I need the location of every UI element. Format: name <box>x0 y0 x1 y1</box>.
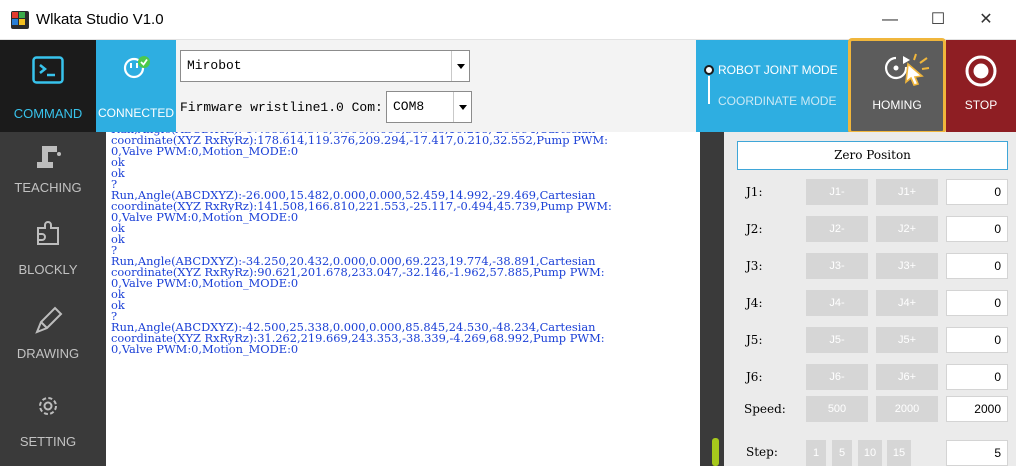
joint-j4-minus-button[interactable]: J4- <box>806 290 868 316</box>
log-line: ok <box>111 166 125 180</box>
joint-j6-value[interactable]: 0 <box>946 364 1008 390</box>
log-line: 0,Valve PWM:0,Motion_MODE:0 <box>111 144 299 158</box>
com-port-select[interactable]: COM8 <box>386 91 472 123</box>
joint-j4-plus-button[interactable]: J4+ <box>876 290 938 316</box>
connection-status[interactable]: CONNECTED <box>96 40 176 132</box>
firmware-label: Firmware wristline1.0 Com: <box>180 100 383 115</box>
joint-j5-plus-button[interactable]: J5+ <box>876 327 938 353</box>
speed-option-2000[interactable]: 2000 <box>876 396 938 422</box>
sidebar-item-label: BLOCKLY <box>18 262 78 277</box>
log-line: ok <box>111 287 125 301</box>
joint-label-j3: J3: <box>746 259 763 273</box>
mode-divider <box>708 76 710 104</box>
joint-j1-value[interactable]: 0 <box>946 179 1008 205</box>
joint-j1-plus-button[interactable]: J1+ <box>876 179 938 205</box>
log-area: Run,Angle(ABCDXYZ): 17.688,10.376,0.000,… <box>96 132 724 466</box>
connection-label: CONNECTED <box>97 106 174 120</box>
window-title: Wlkata Studio V1.0 <box>36 11 164 28</box>
joint-j1-minus-button[interactable]: J1- <box>806 179 868 205</box>
joint-j2-minus-button[interactable]: J2- <box>806 216 868 242</box>
joint-label-j6: J6: <box>746 370 763 384</box>
joint-label-j1: J1: <box>746 185 763 199</box>
step-label: Step: <box>746 445 778 459</box>
title-bar: Wlkata Studio V1.0 — ☐ ✕ <box>0 0 1016 40</box>
log-line: ok <box>111 221 125 235</box>
sidebar-item-label: DRAWING <box>16 346 80 361</box>
joint-j6-minus-button[interactable]: J6- <box>806 364 868 390</box>
joint-j6-plus-button[interactable]: J6+ <box>876 364 938 390</box>
chevron-down-icon <box>451 51 469 81</box>
mode-joint-label: ROBOT JOINT MODE <box>718 63 838 77</box>
step-option-1[interactable]: 1 <box>806 440 826 466</box>
speed-label: Speed: <box>744 402 786 416</box>
step-option-15[interactable]: 15 <box>887 440 911 466</box>
speed-option-500[interactable]: 500 <box>806 396 868 422</box>
cursor-pointer-icon <box>904 53 930 86</box>
sidebar-item-label: TEACHING <box>14 180 82 195</box>
joint-j3-minus-button[interactable]: J3- <box>806 253 868 279</box>
com-port-value: COM8 <box>393 99 425 114</box>
log-line: 0,Valve PWM:0,Motion_MODE:0 <box>111 342 299 356</box>
zero-position-button[interactable]: Zero Positon <box>737 141 1008 170</box>
robot-arm-icon <box>37 146 61 168</box>
stop-label: STOP <box>964 98 998 112</box>
log-line: ok <box>111 155 125 169</box>
sidebar-item-teaching[interactable]: TEACHING <box>0 132 96 212</box>
device-settings: Mirobot Firmware wristline1.0 Com: COM8 <box>176 40 696 132</box>
log-text: Run,Angle(ABCDXYZ): 17.688,10.376,0.000,… <box>111 132 700 355</box>
model-select[interactable]: Mirobot <box>180 50 470 82</box>
joint-j5-value[interactable]: 0 <box>946 327 1008 353</box>
joint-j3-plus-button[interactable]: J3+ <box>876 253 938 279</box>
log-line: ok <box>111 298 125 312</box>
gear-icon <box>39 397 57 415</box>
close-button[interactable]: ✕ <box>966 6 1006 34</box>
pen-icon <box>35 306 63 334</box>
step-value[interactable]: 5 <box>946 440 1008 466</box>
joint-label-j2: J2: <box>746 222 763 236</box>
mode-radio-icon <box>704 65 714 75</box>
chevron-down-icon <box>453 92 471 122</box>
model-value: Mirobot <box>187 58 242 73</box>
sidebar-item-label: COMMAND <box>13 106 83 121</box>
joint-j3-value[interactable]: 0 <box>946 253 1008 279</box>
stop-button[interactable]: STOP <box>946 40 1016 132</box>
log-line: 0,Valve PWM:0,Motion_MODE:0 <box>111 276 299 290</box>
joint-label-j5: J5: <box>746 333 763 347</box>
log-line: ok <box>111 232 125 246</box>
plug-connected-icon <box>123 56 150 79</box>
puzzle-icon <box>37 221 59 245</box>
speed-value[interactable]: 2000 <box>946 396 1008 422</box>
log-line: 0,Valve PWM:0,Motion_MODE:0 <box>111 210 299 224</box>
sidebar-item-setting[interactable]: SETTING <box>0 378 96 466</box>
maximize-button[interactable]: ☐ <box>918 6 958 34</box>
serial-log[interactable]: Run,Angle(ABCDXYZ): 17.688,10.376,0.000,… <box>106 132 700 466</box>
joint-j2-value[interactable]: 0 <box>946 216 1008 242</box>
joint-label-j4: J4: <box>746 296 763 310</box>
joint-j4-value[interactable]: 0 <box>946 290 1008 316</box>
joint-j5-minus-button[interactable]: J5- <box>806 327 868 353</box>
joint-j2-plus-button[interactable]: J2+ <box>876 216 938 242</box>
sidebar-item-blockly[interactable]: BLOCKLY <box>0 212 96 292</box>
sidebar-item-label: SETTING <box>19 434 77 449</box>
joint-control-panel: Zero Positon J1: J1- J1+ 0 J2: J2- J2+ 0 J3: J3- J… <box>724 132 1016 466</box>
mode-toggle[interactable]: ROBOT JOINT MODE COORDINATE MODE <box>696 40 850 132</box>
stop-icon <box>965 55 997 87</box>
step-option-5[interactable]: 5 <box>832 440 852 466</box>
sidebar: COMMAND TEACHING BLOCKLY DRAWING SETTING <box>0 40 96 466</box>
sidebar-item-drawing[interactable]: DRAWING <box>0 292 96 372</box>
log-scrollbar-thumb[interactable] <box>712 438 719 466</box>
sidebar-item-command[interactable]: COMMAND <box>0 40 96 132</box>
minimize-button[interactable]: — <box>870 6 910 34</box>
terminal-icon <box>32 56 64 84</box>
step-option-10[interactable]: 10 <box>858 440 882 466</box>
mode-coordinate-label: COORDINATE MODE <box>718 94 837 108</box>
app-logo-icon <box>11 11 29 29</box>
